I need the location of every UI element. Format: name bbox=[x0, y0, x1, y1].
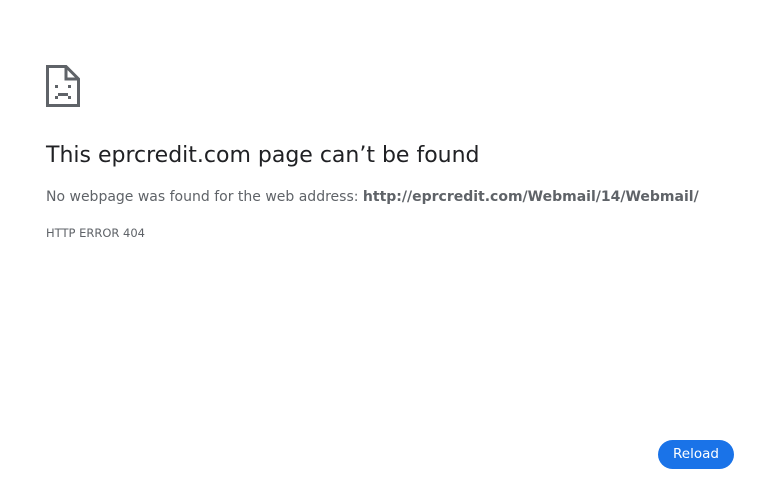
requested-url: http://eprcredit.com/Webmail/14/Webmail/ bbox=[362, 189, 699, 205]
description-text: No webpage was found for the web address… bbox=[46, 189, 363, 205]
reload-button[interactable]: Reload bbox=[658, 440, 734, 469]
error-description: No webpage was found for the web address… bbox=[46, 187, 699, 207]
page-title: This eprcredit.com page can’t be found bbox=[46, 143, 480, 168]
sad-page-icon bbox=[46, 65, 80, 107]
error-code: HTTP ERROR 404 bbox=[46, 226, 145, 240]
